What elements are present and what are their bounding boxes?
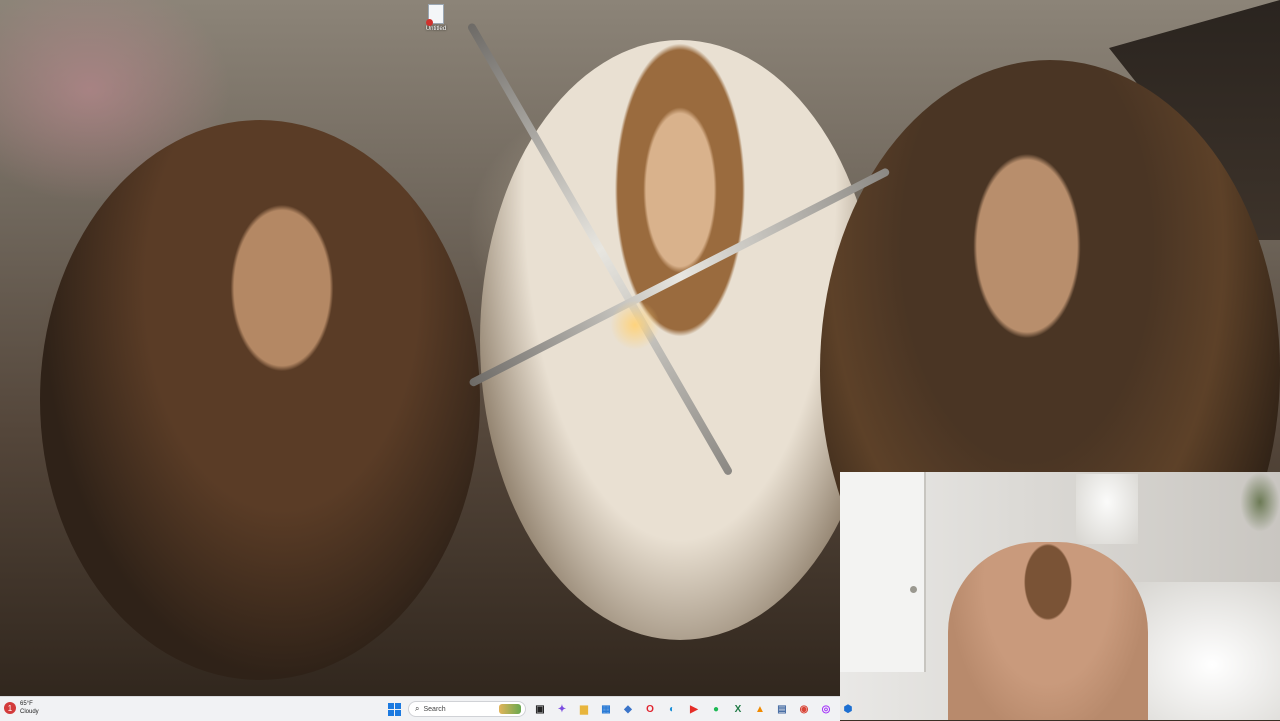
file-explorer-icon: ▆ xyxy=(580,703,588,715)
taskbar-app-opera[interactable]: O xyxy=(642,701,658,717)
excel-icon: X xyxy=(734,703,742,715)
taskbar-app-chrome[interactable]: ◉ xyxy=(796,701,812,717)
taskbar-center: ⌕ Search ▣ ✦ ▆ ▦ ◆ O ◐ ▶ ● X ▲ ▤ ◉ ◎ ⬢ xyxy=(386,699,856,719)
text-document-icon xyxy=(426,4,444,26)
taskbar-app-copilot[interactable]: ✦ xyxy=(554,701,570,717)
wall-poster xyxy=(1076,474,1138,544)
taskbar-app-task-view[interactable]: ▣ xyxy=(532,701,548,717)
taskbar-search[interactable]: ⌕ Search xyxy=(408,701,526,717)
edge-icon: ◐ xyxy=(668,703,676,715)
search-placeholder: Search xyxy=(423,705,446,713)
chrome-icon: ◉ xyxy=(799,703,809,715)
search-highlight-icon xyxy=(499,704,521,714)
security-icon: ⬢ xyxy=(843,703,853,715)
opera-icon: O xyxy=(646,703,654,715)
error-badge-icon xyxy=(426,19,433,26)
youtube-icon: ▶ xyxy=(690,703,698,715)
spotify-icon: ● xyxy=(712,703,720,715)
streamer-person xyxy=(948,542,1148,720)
calculator-icon: ▤ xyxy=(777,703,787,715)
weather-alert-icon: 1 xyxy=(4,702,16,714)
messenger-icon: ◎ xyxy=(821,703,831,715)
windows-logo-icon xyxy=(387,702,401,716)
store-icon: ▦ xyxy=(601,703,611,715)
left-samurai-figure xyxy=(40,120,480,680)
vlc-icon: ▲ xyxy=(755,703,765,715)
plant xyxy=(1240,472,1280,532)
task-view-icon: ▣ xyxy=(535,703,545,715)
taskbar-app-calculator[interactable]: ▤ xyxy=(774,701,790,717)
desktop-icon-label: Untitled xyxy=(425,26,447,32)
taskbar-app-store[interactable]: ▦ xyxy=(598,701,614,717)
copilot-icon: ✦ xyxy=(557,703,567,715)
search-icon: ⌕ xyxy=(415,704,420,713)
taskbar-app-security[interactable]: ⬢ xyxy=(840,701,856,717)
taskbar-app-vlc[interactable]: ▲ xyxy=(752,701,768,717)
sword-spark xyxy=(610,300,660,350)
webcam-overlay xyxy=(840,472,1280,720)
taskbar: 1 65°F Cloudy ⌕ Search ▣ ✦ ▆ ▦ ◆ O ◐ ▶ ● X ▲ ▤ ◉ ◎ ⬢ xyxy=(0,696,852,721)
pinned-apps: ▣ ✦ ▆ ▦ ◆ O ◐ ▶ ● X ▲ ▤ ◉ ◎ ⬢ xyxy=(532,701,856,717)
taskbar-app-file-explorer[interactable]: ▆ xyxy=(576,701,592,717)
taskbar-app-edge[interactable]: ◐ xyxy=(664,701,680,717)
weather-widget[interactable]: 1 65°F Cloudy xyxy=(4,700,39,716)
desktop-icon-untitled[interactable]: Untitled xyxy=(420,4,452,32)
taskbar-app-excel[interactable]: X xyxy=(730,701,746,717)
taskbar-app-spotify[interactable]: ● xyxy=(708,701,724,717)
weather-temperature: 65°F xyxy=(20,701,33,707)
taskbar-app-youtube[interactable]: ▶ xyxy=(686,701,702,717)
weather-condition: Cloudy xyxy=(20,709,39,715)
start-button[interactable] xyxy=(386,701,402,717)
taskbar-app-messenger[interactable]: ◎ xyxy=(818,701,834,717)
photos-icon: ◆ xyxy=(624,703,632,715)
room-door xyxy=(840,472,926,672)
center-figure xyxy=(480,40,880,640)
taskbar-app-photos[interactable]: ◆ xyxy=(620,701,636,717)
